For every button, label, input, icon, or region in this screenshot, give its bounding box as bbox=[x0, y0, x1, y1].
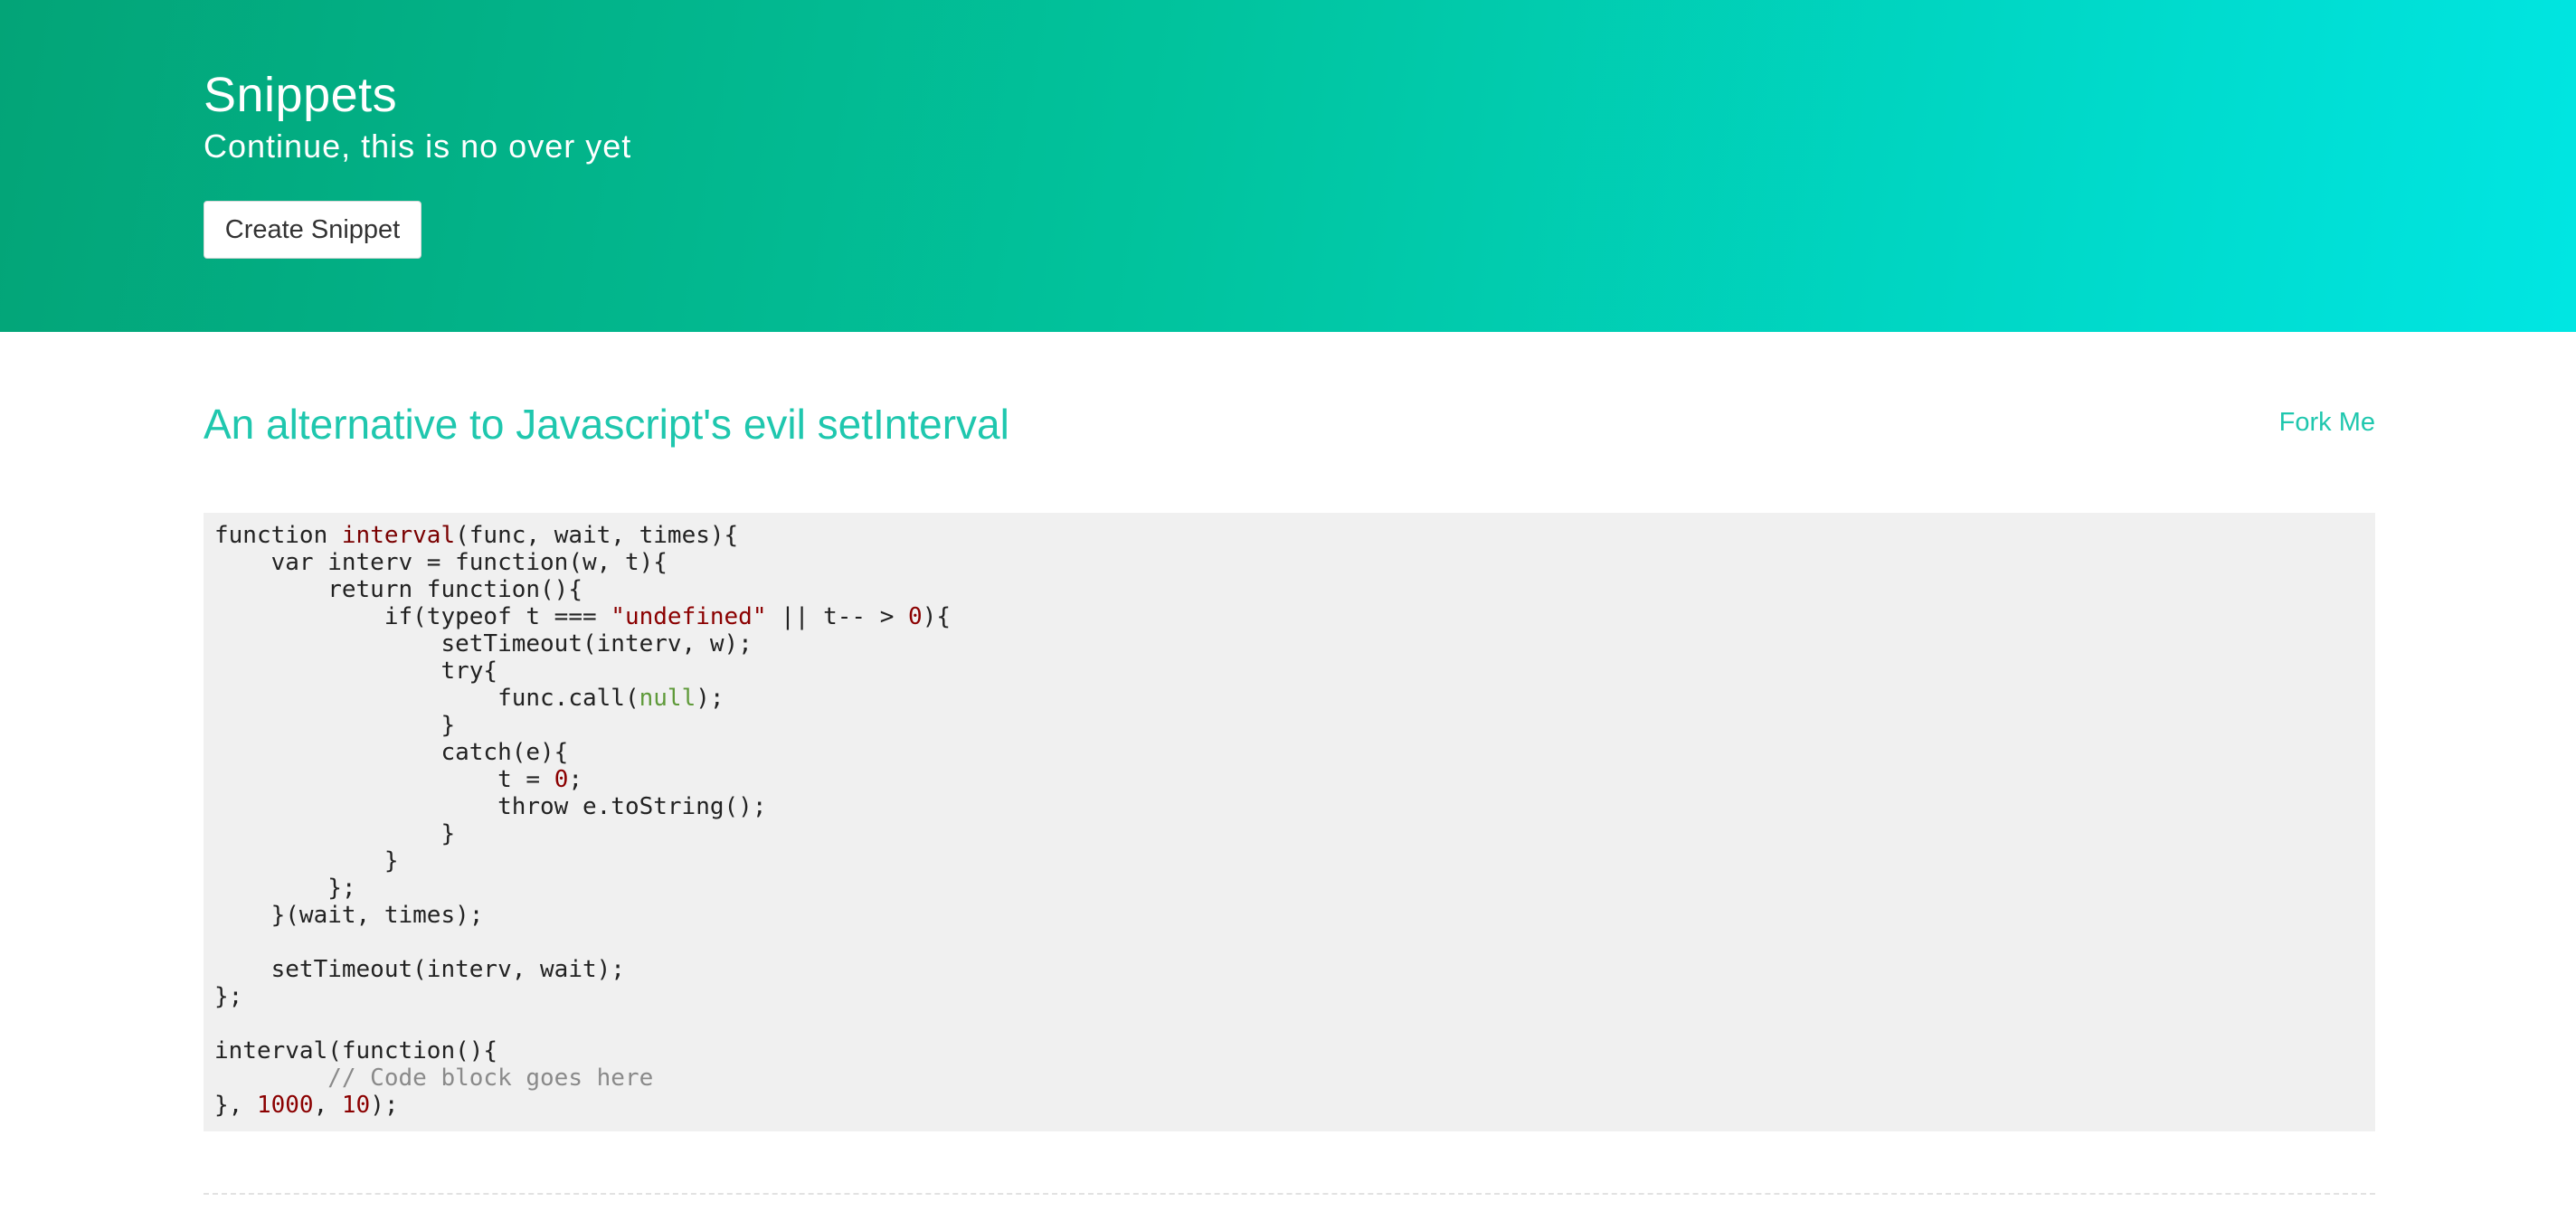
code-line: setTimeout(interv, wait); bbox=[214, 956, 2364, 983]
code-line: setTimeout(interv, w); bbox=[214, 630, 2364, 658]
code-token: } bbox=[214, 847, 399, 875]
code-token: var interv = function(w, t){ bbox=[214, 549, 668, 576]
code-line: try{ bbox=[214, 658, 2364, 685]
code-line: } bbox=[214, 712, 2364, 739]
code-token-num: 0 bbox=[908, 603, 923, 630]
code-token-num: 1000 bbox=[256, 1092, 314, 1119]
code-line: return function(){ bbox=[214, 576, 2364, 603]
create-snippet-button[interactable]: Create Snippet bbox=[204, 201, 421, 259]
code-line: function interval(func, wait, times){ bbox=[214, 522, 2364, 549]
code-line: if(typeof t === "undefined" || t-- > 0){ bbox=[214, 603, 2364, 630]
code-line: var interv = function(w, t){ bbox=[214, 549, 2364, 576]
code-token-str: "undefined" bbox=[611, 603, 767, 630]
code-line: } bbox=[214, 847, 2364, 875]
code-token: try{ bbox=[214, 658, 498, 685]
code-token: ); bbox=[696, 685, 724, 712]
code-line: catch(e){ bbox=[214, 739, 2364, 766]
code-line: } bbox=[214, 820, 2364, 847]
code-token: if(typeof t === bbox=[214, 603, 611, 630]
code-token: ); bbox=[370, 1092, 399, 1119]
fork-me-link[interactable]: Fork Me bbox=[2279, 404, 2375, 440]
page-subtitle: Continue, this is no over yet bbox=[204, 128, 632, 165]
code-line: }; bbox=[214, 983, 2364, 1010]
code-token: || t-- > bbox=[766, 603, 909, 630]
code-token-num: 0 bbox=[554, 766, 569, 793]
code-token: }, bbox=[214, 1092, 257, 1119]
code-line: }; bbox=[214, 875, 2364, 902]
code-token-num: 10 bbox=[341, 1092, 371, 1119]
code-line: func.call(null); bbox=[214, 685, 2364, 712]
code-token: setTimeout(interv, wait); bbox=[214, 956, 625, 983]
code-token: function bbox=[214, 522, 342, 549]
code-token: return function(){ bbox=[214, 576, 582, 603]
hero-banner: Snippets Continue, this is no over yet C… bbox=[0, 0, 2576, 332]
code-line: interval(function(){ bbox=[214, 1037, 2364, 1064]
snippet-divider bbox=[204, 1193, 2375, 1195]
code-token: } bbox=[214, 820, 456, 847]
code-token-null: null bbox=[639, 685, 696, 712]
code-token: setTimeout(interv, w); bbox=[214, 630, 753, 658]
code-block[interactable]: function interval(func, wait, times){ va… bbox=[204, 513, 2375, 1131]
code-token-fn: interval bbox=[341, 522, 456, 549]
code-token: ; bbox=[568, 766, 582, 793]
code-token: func.call( bbox=[214, 685, 639, 712]
code-token-comment: // Code block goes here bbox=[214, 1064, 654, 1092]
code-token: t = bbox=[214, 766, 554, 793]
code-token: }; bbox=[214, 983, 243, 1010]
code-line: }, 1000, 10); bbox=[214, 1092, 2364, 1119]
code-token: }; bbox=[214, 875, 356, 902]
code-token: (func, wait, times){ bbox=[455, 522, 739, 549]
code-line: throw e.toString(); bbox=[214, 793, 2364, 820]
code-line: // Code block goes here bbox=[214, 1064, 2364, 1092]
code-token: } bbox=[214, 712, 456, 739]
page-title: Snippets bbox=[204, 68, 398, 122]
code-line: t = 0; bbox=[214, 766, 2364, 793]
snippet-title[interactable]: An alternative to Javascript's evil setI… bbox=[204, 397, 1009, 451]
code-token: , bbox=[313, 1092, 342, 1119]
code-line: }(wait, times); bbox=[214, 902, 2364, 929]
code-token: }(wait, times); bbox=[214, 902, 484, 929]
code-token: ){ bbox=[922, 603, 951, 630]
code-token: interval(function(){ bbox=[214, 1037, 498, 1064]
code-token: throw e.toString(); bbox=[214, 793, 767, 820]
hero-content: Snippets Continue, this is no over yet C… bbox=[204, 63, 632, 259]
code-token: catch(e){ bbox=[214, 739, 569, 766]
